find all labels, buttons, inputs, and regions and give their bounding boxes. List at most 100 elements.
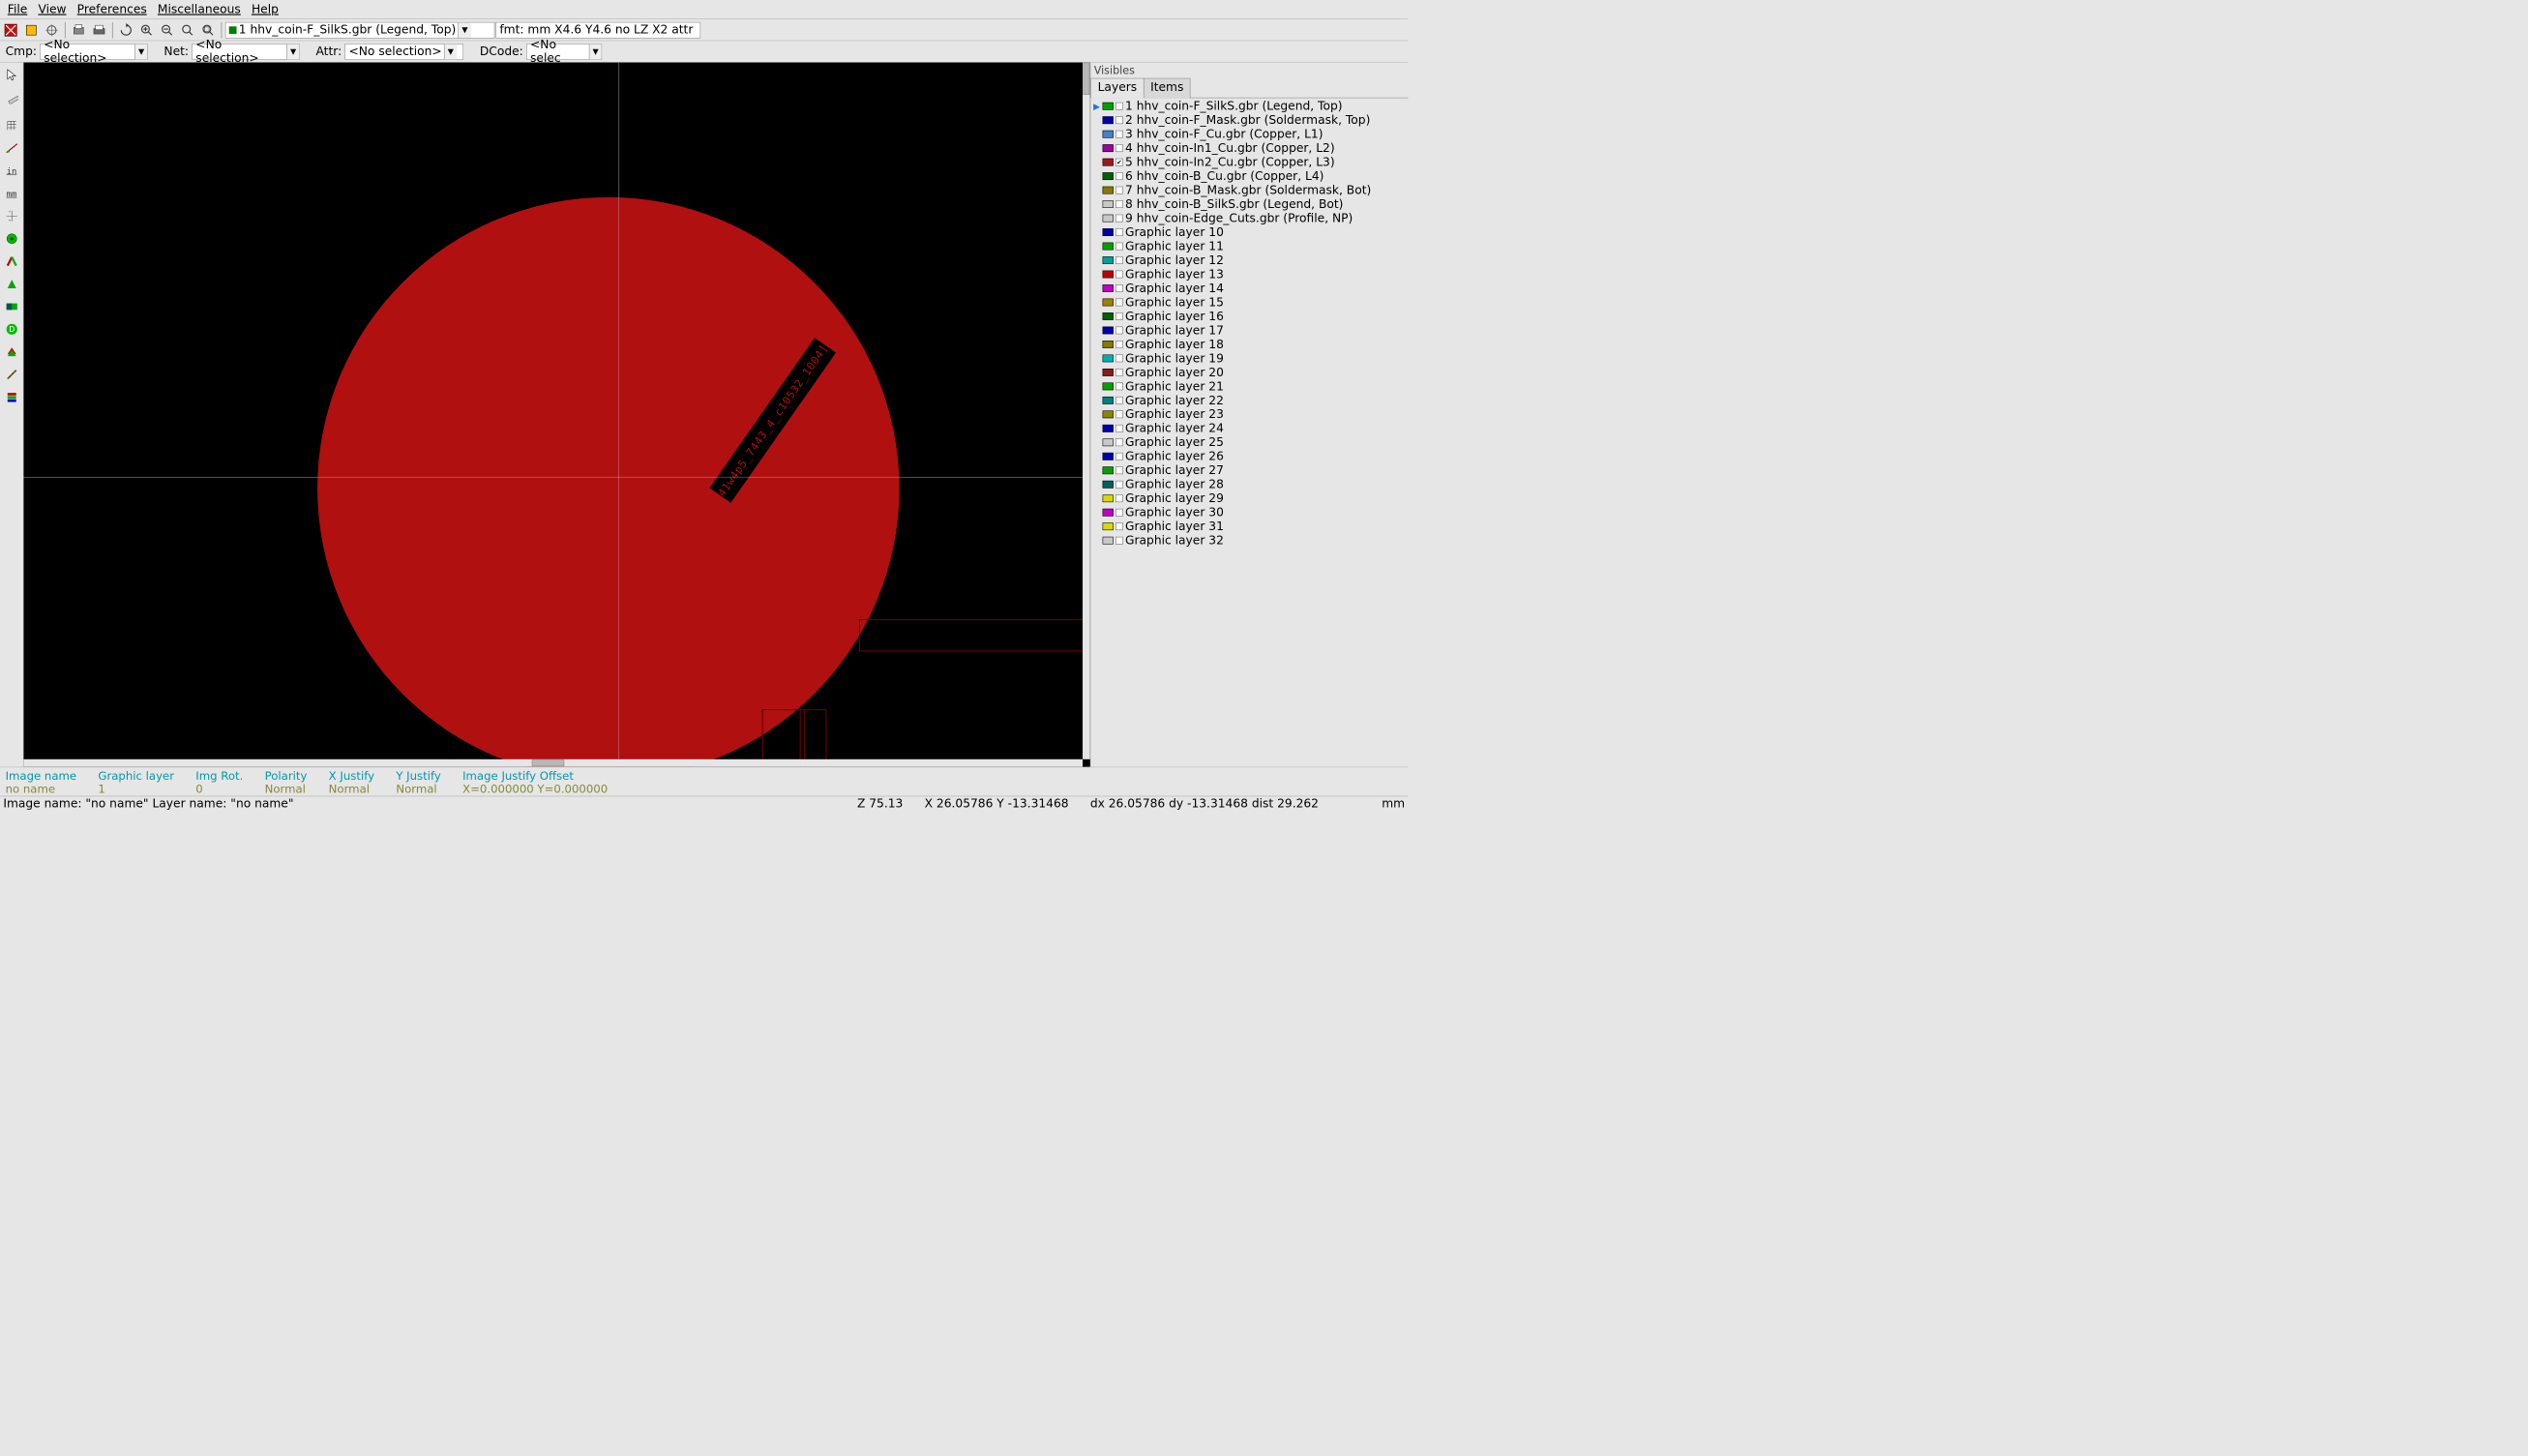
layer-color-swatch[interactable] [1103,522,1114,530]
polar-toggle[interactable] [1,138,21,159]
scrollbar-thumb[interactable] [1084,63,1090,95]
cursor-shape-toggle[interactable] [1,206,21,226]
layer-row[interactable]: Graphic layer 16 [1093,310,1407,323]
layer-row[interactable]: Graphic layer 21 [1093,379,1407,393]
net-select[interactable]: <No selection> ▾ [192,44,299,60]
polygons-sketch-toggle[interactable] [1,274,21,294]
layer-visible-checkbox[interactable] [1115,453,1123,461]
layer-visible-checkbox[interactable] [1115,522,1123,530]
diff-mode-toggle[interactable] [1,365,21,385]
layer-visible-checkbox[interactable] [1115,256,1123,264]
tab-layers[interactable]: Layers [1090,78,1144,99]
layer-row[interactable]: Graphic layer 20 [1093,366,1407,379]
layer-row[interactable]: Graphic layer 12 [1093,253,1407,267]
layer-color-swatch[interactable] [1103,438,1114,446]
layer-color-swatch[interactable] [1103,200,1114,208]
layer-visible-checkbox[interactable] [1115,466,1123,474]
scrollbar-thumb[interactable] [532,759,564,766]
layer-color-swatch[interactable] [1103,425,1114,432]
reload-button[interactable] [21,20,41,40]
layer-row[interactable]: Graphic layer 27 [1093,463,1407,477]
layer-color-swatch[interactable] [1103,159,1114,166]
dcodes-toggle[interactable]: D [1,319,21,340]
lines-sketch-toggle[interactable] [1,252,21,272]
layer-visible-checkbox[interactable] [1115,425,1123,432]
layer-visible-checkbox[interactable] [1115,131,1123,138]
layer-color-swatch[interactable] [1103,103,1114,110]
layer-row[interactable]: Graphic layer 15 [1093,295,1407,309]
layer-row[interactable]: 2 hhv_coin-F_Mask.gbr (Soldermask, Top) [1093,113,1407,127]
layer-visible-checkbox[interactable] [1115,215,1123,223]
layers-manager-toggle[interactable] [1,387,21,407]
layer-color-swatch[interactable] [1103,341,1114,348]
set-origin-button[interactable] [42,20,61,40]
layer-color-swatch[interactable] [1103,494,1114,502]
layer-visible-checkbox[interactable] [1115,509,1123,517]
layer-row[interactable]: Graphic layer 10 [1093,225,1407,239]
layer-visible-checkbox[interactable] [1115,438,1123,446]
layer-row[interactable]: Graphic layer 13 [1093,267,1407,281]
layer-visible-checkbox[interactable] [1115,144,1123,152]
layer-color-swatch[interactable] [1103,271,1114,279]
menu-view[interactable]: View [33,0,72,19]
layer-color-swatch[interactable] [1103,116,1114,124]
layer-color-swatch[interactable] [1103,481,1114,489]
layer-visible-checkbox[interactable] [1115,312,1123,320]
measure-tool[interactable] [1,87,21,107]
layer-row[interactable]: 8 hhv_coin-B_SilkS.gbr (Legend, Bot) [1093,197,1407,211]
layer-row[interactable]: 3 hhv_coin-F_Cu.gbr (Copper, L1) [1093,127,1407,140]
layer-row[interactable]: Graphic layer 11 [1093,239,1407,253]
menu-file[interactable]: File [2,0,33,19]
zoom-redraw-button[interactable] [178,20,197,40]
layer-visible-checkbox[interactable] [1115,494,1123,502]
layer-visible-checkbox[interactable] [1115,299,1123,307]
layer-visible-checkbox[interactable] [1115,271,1123,279]
units-mm-button[interactable]: mm [1,183,21,203]
layer-color-swatch[interactable] [1103,215,1114,223]
layer-color-swatch[interactable] [1103,397,1114,404]
horizontal-scrollbar[interactable] [24,759,1084,767]
layer-row[interactable]: Graphic layer 14 [1093,282,1407,295]
menu-miscellaneous[interactable]: Miscellaneous [152,0,246,19]
layer-visible-checkbox[interactable] [1115,355,1123,363]
layer-row[interactable]: Graphic layer 18 [1093,338,1407,351]
layer-visible-checkbox[interactable] [1115,200,1123,208]
layer-row[interactable]: Graphic layer 31 [1093,520,1407,533]
layer-color-swatch[interactable] [1103,369,1114,376]
layer-color-swatch[interactable] [1103,453,1114,461]
layer-row[interactable]: Graphic layer 19 [1093,351,1407,365]
layer-row[interactable]: Graphic layer 17 [1093,323,1407,337]
print-preview-button[interactable] [69,20,88,40]
active-layer-select[interactable]: 1 hhv_coin-F_SilkS.gbr (Legend, Top) ▾ [225,22,495,39]
layer-row[interactable]: ▶1 hhv_coin-F_SilkS.gbr (Legend, Top) [1093,99,1407,112]
layer-visible-checkbox[interactable] [1115,243,1123,251]
layer-color-swatch[interactable] [1103,256,1114,264]
layer-visible-checkbox[interactable] [1115,341,1123,348]
layer-visible-checkbox[interactable] [1115,187,1123,194]
layer-color-swatch[interactable] [1103,312,1114,320]
layer-row[interactable]: Graphic layer 25 [1093,435,1407,449]
dcode-select[interactable]: <No selec ▾ [526,44,602,60]
cmp-select[interactable]: <No selection> ▾ [40,44,147,60]
layer-color-swatch[interactable] [1103,284,1114,292]
layer-color-swatch[interactable] [1103,382,1114,390]
layer-visible-checkbox[interactable] [1115,537,1123,545]
layer-color-swatch[interactable] [1103,299,1114,307]
attr-select[interactable]: <No selection> ▾ [345,44,464,60]
layer-visible-checkbox[interactable] [1115,116,1123,124]
layer-colors-button[interactable] [1,342,21,362]
zoom-out-button[interactable] [158,20,177,40]
tab-items[interactable]: Items [1144,78,1191,99]
print-button[interactable] [89,20,108,40]
vertical-scrollbar[interactable] [1083,63,1090,759]
layer-row[interactable]: 9 hhv_coin-Edge_Cuts.gbr (Profile, NP) [1093,211,1407,224]
layer-visible-checkbox[interactable] [1115,103,1123,110]
layer-color-swatch[interactable] [1103,355,1114,363]
layer-row[interactable]: Graphic layer 26 [1093,450,1407,463]
layer-row[interactable]: Graphic layer 24 [1093,422,1407,435]
layer-visible-checkbox[interactable] [1115,284,1123,292]
layer-row[interactable]: 7 hhv_coin-B_Mask.gbr (Soldermask, Bot) [1093,183,1407,196]
layer-color-swatch[interactable] [1103,131,1114,138]
erase-all-button[interactable] [1,20,20,40]
layer-color-swatch[interactable] [1103,327,1114,335]
